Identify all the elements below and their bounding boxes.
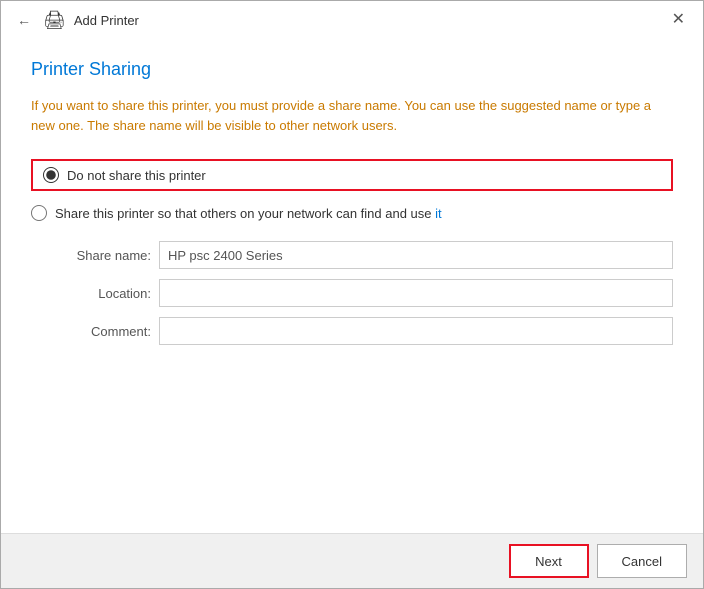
no-share-radio[interactable] [43,167,59,183]
back-arrow-icon[interactable]: ← [13,10,35,30]
share-label: Share this printer so that others on you… [55,206,442,221]
printer-fields: Share name: Location: Comment: [51,241,673,345]
share-radio[interactable] [31,205,47,221]
no-share-option[interactable]: Do not share this printer [31,159,673,191]
location-input[interactable] [159,279,673,307]
close-button[interactable]: ✕ [666,10,691,30]
footer: Next Cancel [1,533,703,588]
no-share-label: Do not share this printer [67,168,206,183]
title-bar: ← 🖨 Add Printer ✕ [1,1,703,39]
share-label-prefix: Share this printer so that others on you… [55,206,435,221]
share-name-label: Share name: [51,248,151,263]
radio-group: Do not share this printer Share this pri… [31,159,673,221]
section-title: Printer Sharing [31,59,673,80]
title-bar-left: ← 🖨 Add Printer [13,10,139,31]
comment-input[interactable] [159,317,673,345]
comment-label: Comment: [51,324,151,339]
share-label-link: it [435,206,442,221]
location-label: Location: [51,286,151,301]
add-printer-window: ← 🖨 Add Printer ✕ Printer Sharing If you… [0,0,704,589]
share-name-input[interactable] [159,241,673,269]
printer-icon: 🖨 [43,10,66,31]
cancel-button[interactable]: Cancel [597,544,687,578]
next-button[interactable]: Next [509,544,589,578]
info-text: If you want to share this printer, you m… [31,96,673,135]
window-title: Add Printer [74,13,139,28]
content-area: Printer Sharing If you want to share thi… [1,39,703,533]
share-option[interactable]: Share this printer so that others on you… [31,205,673,221]
